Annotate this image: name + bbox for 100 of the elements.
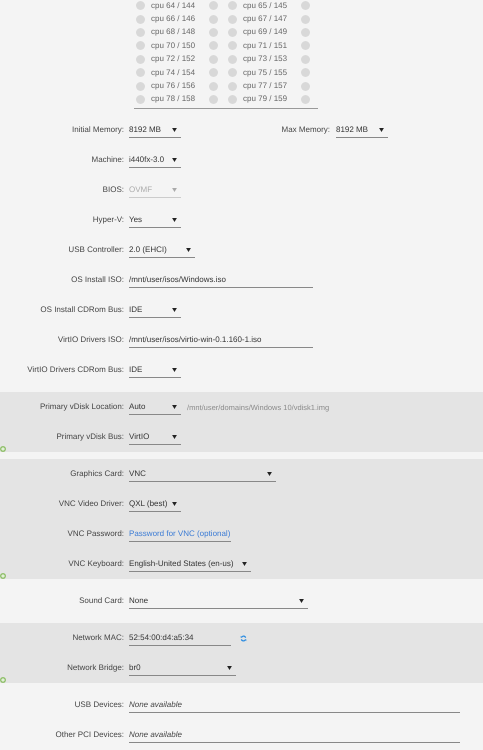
cpu-checkbox[interactable] (136, 14, 145, 24)
field-label: Network Bridge: (66, 662, 125, 674)
input-field[interactable]: 52:54:00:d4:a5:34 (129, 630, 231, 646)
dropdown[interactable]: i440fx-3.0 (129, 152, 181, 168)
cpu-checkbox[interactable] (301, 54, 310, 64)
caret-icon (172, 188, 177, 192)
cpu-checkbox[interactable] (301, 94, 310, 104)
dropdown[interactable]: br0 (129, 660, 236, 676)
dropdown[interactable]: None (129, 593, 308, 610)
cpu-checkbox[interactable] (301, 68, 310, 78)
field-label: BIOS: (102, 184, 125, 196)
field-label: Machine: (90, 154, 125, 166)
input-field[interactable]: /mnt/user/isos/Windows.iso (129, 272, 313, 288)
field-label: Other PCI Devices: (54, 729, 125, 742)
cpu-label: cpu 77 / 157 (243, 80, 288, 92)
cpu-checkbox[interactable] (209, 68, 218, 78)
caret-icon (172, 218, 177, 222)
cpu-checkbox[interactable] (301, 28, 310, 37)
cpu-checkbox[interactable] (228, 54, 237, 64)
caret-icon (186, 248, 191, 252)
field-label: OS Install ISO: (70, 274, 125, 286)
field-label: VirtIO Drivers CDRom Bus: (26, 364, 125, 376)
cpu-checkbox[interactable] (209, 28, 218, 37)
cpu-checkbox[interactable] (228, 28, 237, 37)
device-field: None available (129, 727, 460, 744)
dropdown[interactable]: 8192 MB (336, 122, 388, 138)
caret-icon (172, 128, 177, 132)
field-label: USB Devices: (74, 699, 125, 712)
caret-icon (172, 158, 177, 162)
cpu-label: cpu 79 / 159 (243, 93, 288, 106)
field-label: Network MAC: (71, 632, 125, 644)
cpu-label: cpu 71 / 151 (243, 40, 288, 52)
caret-icon (172, 434, 177, 439)
field-label: Primary vDisk Bus: (55, 431, 125, 444)
dropdown[interactable]: QXL (best) (129, 496, 181, 512)
dropdown[interactable]: IDE (129, 302, 181, 318)
cpu-label: cpu 69 / 149 (243, 26, 288, 38)
caret-icon (242, 562, 247, 566)
cpu-checkbox[interactable] (136, 68, 145, 78)
cpu-label: cpu 64 / 144 (151, 0, 196, 12)
dropdown[interactable]: VirtIO (129, 429, 181, 446)
cpu-checkbox[interactable] (209, 41, 218, 50)
refresh-icon[interactable] (240, 634, 247, 642)
cpu-checkbox[interactable] (301, 1, 310, 10)
cpu-checkbox[interactable] (136, 41, 145, 50)
cpu-checkbox[interactable] (136, 94, 145, 104)
dropdown[interactable]: 2.0 (EHCI) (129, 242, 195, 258)
cpu-checkbox[interactable] (228, 1, 237, 10)
caret-icon (172, 368, 177, 372)
field-label: Primary vDisk Location: (38, 401, 125, 414)
cpu-checkbox[interactable] (136, 1, 145, 10)
device-field: None available (129, 697, 460, 714)
cpu-label: cpu 76 / 156 (151, 80, 196, 92)
cpu-label: cpu 67 / 147 (243, 13, 288, 26)
field-label: Graphics Card: (69, 468, 125, 480)
field-label: VNC Video Driver: (58, 498, 125, 510)
field-label: USB Controller: (67, 244, 125, 256)
dropdown[interactable]: Yes (129, 212, 181, 228)
dropdown[interactable]: VNC (129, 466, 276, 482)
cpu-checkbox[interactable] (228, 68, 237, 78)
cpu-checkbox[interactable] (301, 41, 310, 50)
field-label: Sound Card: (78, 595, 125, 608)
caret-icon (172, 404, 177, 409)
cpu-label: cpu 72 / 152 (151, 53, 196, 66)
cpu-checkbox[interactable] (228, 14, 237, 24)
field-label: Max Memory: (280, 124, 331, 136)
caret-icon (267, 472, 272, 476)
caret-icon (299, 598, 304, 603)
input-field[interactable]: /mnt/user/isos/virtio-win-0.1.160-1.iso (129, 332, 313, 348)
dropdown[interactable]: 8192 MB (129, 122, 181, 138)
field-label: Hyper-V: (92, 214, 125, 226)
cpu-label: cpu 68 / 148 (151, 26, 196, 38)
cpu-checkbox[interactable] (301, 14, 310, 24)
field-label: VNC Password: (66, 528, 125, 540)
add-icon[interactable] (0, 573, 6, 580)
add-icon[interactable] (0, 677, 6, 684)
dropdown[interactable]: Auto (129, 399, 181, 416)
caret-icon (172, 502, 177, 506)
cpu-checkbox[interactable] (228, 82, 237, 91)
cpu-checkbox[interactable] (136, 28, 145, 37)
cpu-label: cpu 73 / 153 (243, 53, 288, 66)
cpu-checkbox[interactable] (209, 54, 218, 64)
cpu-label: cpu 70 / 150 (151, 40, 196, 52)
cpu-checkbox[interactable] (136, 82, 145, 91)
cpu-checkbox[interactable] (228, 41, 237, 50)
field-label: VNC Keyboard: (67, 558, 125, 570)
add-icon[interactable] (0, 446, 6, 452)
cpu-checkbox[interactable] (209, 1, 218, 10)
cpu-checkbox[interactable] (301, 82, 310, 91)
dropdown[interactable]: English-United States (en-us) (129, 556, 251, 572)
cpu-checkbox[interactable] (209, 82, 218, 91)
cpu-checkbox[interactable] (209, 94, 218, 104)
field-label: VirtIO Drivers ISO: (56, 334, 125, 346)
cpu-checkbox[interactable] (136, 54, 145, 64)
cpu-checkbox[interactable] (228, 94, 237, 104)
cpu-label: cpu 66 / 146 (151, 13, 196, 26)
cpu-label: cpu 78 / 158 (151, 93, 196, 106)
cpu-checkbox[interactable] (209, 14, 218, 24)
caret-icon (379, 128, 384, 132)
dropdown[interactable]: IDE (129, 362, 181, 378)
